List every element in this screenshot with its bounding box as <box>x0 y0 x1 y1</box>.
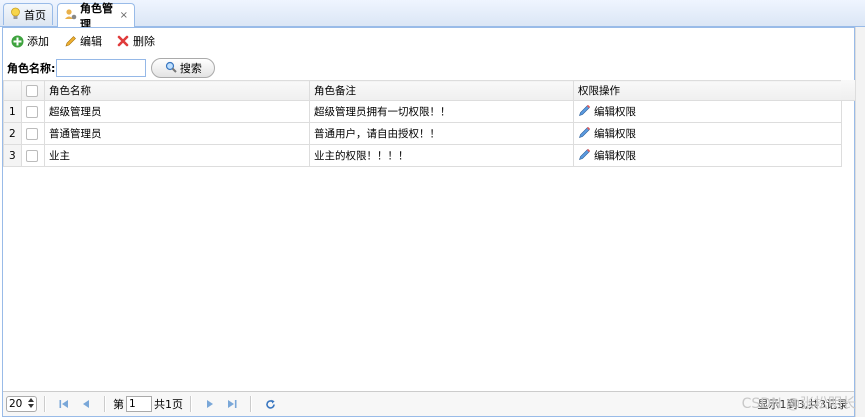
search-icon <box>165 61 177 76</box>
search-label: 角色名称: <box>7 62 56 75</box>
row-number: 1 <box>3 100 22 123</box>
tab-bar: 首页 角色管理 × <box>0 0 865 31</box>
toolbar: 添加 编辑 删除 <box>3 28 854 54</box>
table-row[interactable]: 2 普通管理员 普通用户，请自由授权！！ 编辑权限 <box>3 122 842 145</box>
select-all-checkbox[interactable] <box>26 84 38 97</box>
page-size-select[interactable]: 20 <box>6 396 37 412</box>
pager-separator <box>104 396 106 412</box>
delete-button[interactable]: 删除 <box>116 33 155 49</box>
edit-permission-label: 编辑权限 <box>594 106 636 118</box>
page-total: 共1页 <box>154 398 183 411</box>
add-button-label: 添加 <box>27 35 49 48</box>
column-header-permission-action[interactable]: 权限操作 <box>573 80 842 101</box>
add-icon <box>10 34 24 48</box>
pager-separator <box>44 396 46 412</box>
edit-button[interactable]: 编辑 <box>63 33 102 49</box>
search-button[interactable]: 搜索 <box>151 58 216 78</box>
search-row: 角色名称: 搜索 <box>7 57 216 79</box>
edit-permission-link[interactable]: 编辑权限 <box>578 104 837 120</box>
first-page-icon[interactable] <box>57 397 71 411</box>
updown-chevron-icon <box>28 397 34 411</box>
last-page-icon[interactable] <box>225 397 239 411</box>
column-header-role-remark[interactable]: 角色备注 <box>309 80 574 101</box>
delete-button-label: 删除 <box>133 35 155 48</box>
header-filler <box>841 80 856 101</box>
pager-separator <box>250 396 252 412</box>
edit-permission-label: 编辑权限 <box>594 150 636 162</box>
add-button[interactable]: 添加 <box>10 33 49 49</box>
page-prefix: 第 <box>113 398 124 411</box>
row-checkbox-cell[interactable] <box>21 122 45 145</box>
row-checkbox[interactable] <box>26 127 38 140</box>
page-size-value: 20 <box>9 398 23 410</box>
role-name-cell: 普通管理员 <box>44 122 310 145</box>
tab-home-label: 首页 <box>24 8 46 22</box>
users-gear-icon <box>64 8 77 24</box>
role-management-panel: 添加 编辑 删除 角色名称: 搜索 角色名称 角色备注 权限操作 1 超级管理员… <box>2 27 856 417</box>
table-header-row: 角色名称 角色备注 权限操作 <box>3 80 842 101</box>
pencil-icon <box>63 34 77 48</box>
pagination-bar: 20 第 共1页 显示1到3,共3记录 <box>3 391 854 416</box>
role-remark-cell: 超级管理员拥有一切权限！！ <box>309 100 574 123</box>
row-number: 3 <box>3 144 22 167</box>
pager-separator <box>190 396 192 412</box>
row-number-header <box>3 80 22 101</box>
page-number-input[interactable] <box>126 396 152 412</box>
prev-page-icon[interactable] <box>79 397 93 411</box>
role-table: 角色名称 角色备注 权限操作 1 超级管理员 超级管理员拥有一切权限！！ 编辑权… <box>3 80 842 167</box>
edit-button-label: 编辑 <box>80 35 102 48</box>
role-name-cell: 超级管理员 <box>44 100 310 123</box>
row-checkbox[interactable] <box>26 105 38 118</box>
permission-action-cell: 编辑权限 <box>573 100 842 123</box>
row-number: 2 <box>3 122 22 145</box>
tab-role-management[interactable]: 角色管理 × <box>57 2 135 31</box>
role-remark-cell: 普通用户，请自由授权！！ <box>309 122 574 145</box>
column-header-role-name[interactable]: 角色名称 <box>44 80 310 101</box>
role-name-input[interactable] <box>56 59 147 77</box>
search-button-label: 搜索 <box>179 62 202 75</box>
edit-permission-link[interactable]: 编辑权限 <box>578 126 837 142</box>
close-icon[interactable]: × <box>120 10 128 21</box>
role-name-cell: 业主 <box>44 144 310 167</box>
pencil-icon <box>578 126 591 142</box>
vertical-scrollbar[interactable] <box>855 27 865 417</box>
permission-action-cell: 编辑权限 <box>573 122 842 145</box>
role-remark-cell: 业主的权限！！！！ <box>309 144 574 167</box>
next-page-icon[interactable] <box>203 397 217 411</box>
delete-icon <box>116 34 130 48</box>
row-checkbox[interactable] <box>26 149 38 162</box>
permission-action-cell: 编辑权限 <box>573 144 842 167</box>
lightbulb-icon <box>10 7 21 23</box>
tab-home[interactable]: 首页 <box>3 3 53 25</box>
table-row[interactable]: 3 业主 业主的权限！！！！ 编辑权限 <box>3 144 842 167</box>
refresh-icon[interactable] <box>263 397 277 411</box>
table-row[interactable]: 1 超级管理员 超级管理员拥有一切权限！！ 编辑权限 <box>3 100 842 123</box>
edit-permission-link[interactable]: 编辑权限 <box>578 148 837 164</box>
row-checkbox-cell[interactable] <box>21 144 45 167</box>
edit-permission-label: 编辑权限 <box>594 128 636 140</box>
row-checkbox-cell[interactable] <box>21 100 45 123</box>
pencil-icon <box>578 104 591 120</box>
watermark: CSDN @张松明长 <box>741 396 856 412</box>
pencil-icon <box>578 148 591 164</box>
select-all-header[interactable] <box>21 80 45 101</box>
